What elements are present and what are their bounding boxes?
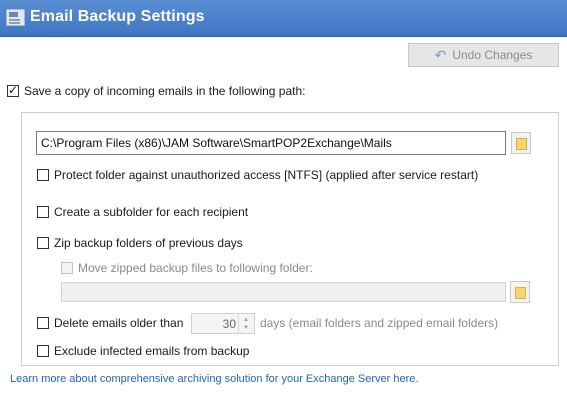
zip-backup-checkbox[interactable] [37, 237, 49, 249]
folder-icon [516, 138, 527, 150]
stepper-down-icon[interactable]: ▼ [243, 325, 249, 331]
backup-path-input[interactable]: C:\Program Files (x86)\JAM Software\Smar… [36, 131, 506, 155]
subfolder-checkbox[interactable] [37, 206, 49, 218]
browse-zip-folder-button[interactable] [510, 281, 530, 303]
save-copy-label: Save a copy of incoming emails in the fo… [24, 84, 306, 98]
exclude-infected-label: Exclude infected emails from backup [54, 344, 250, 358]
protect-folder-checkbox[interactable] [37, 169, 49, 181]
undo-changes-label: Undo Changes [452, 48, 533, 62]
stepper-up-icon[interactable]: ▲ [243, 317, 249, 323]
save-copy-checkbox[interactable] [7, 83, 19, 97]
days-suffix-label: days (email folders and zipped email fol… [260, 316, 499, 330]
days-value: 30 [222, 317, 236, 331]
undo-changes-button[interactable]: ↶ Undo Changes [408, 43, 559, 67]
move-zipped-label: Move zipped backup files to following fo… [78, 261, 313, 275]
delete-older-label: Delete emails older than [54, 316, 184, 330]
stepper-arrows[interactable]: ▲ ▼ [238, 314, 254, 333]
browse-folder-button[interactable] [511, 132, 531, 154]
protect-folder-label: Protect folder against unauthorized acce… [54, 168, 479, 182]
zip-backup-label: Zip backup folders of previous days [54, 236, 243, 250]
page-title: Email Backup Settings [30, 8, 205, 25]
folder-icon [515, 287, 526, 299]
move-zipped-path-input[interactable] [61, 282, 506, 302]
exclude-infected-checkbox[interactable] [37, 345, 49, 357]
title-bar: Email Backup Settings [0, 0, 567, 37]
undo-arrow-icon: ↶ [434, 47, 447, 63]
subfolder-label: Create a subfolder for each recipient [54, 205, 249, 219]
days-stepper[interactable]: 30 ▲ ▼ [191, 313, 255, 334]
settings-window-icon [6, 9, 25, 26]
delete-older-checkbox[interactable] [37, 317, 49, 329]
archiving-info-link[interactable]: Learn more about comprehensive archiving… [10, 373, 418, 385]
move-zipped-checkbox[interactable] [61, 262, 73, 274]
